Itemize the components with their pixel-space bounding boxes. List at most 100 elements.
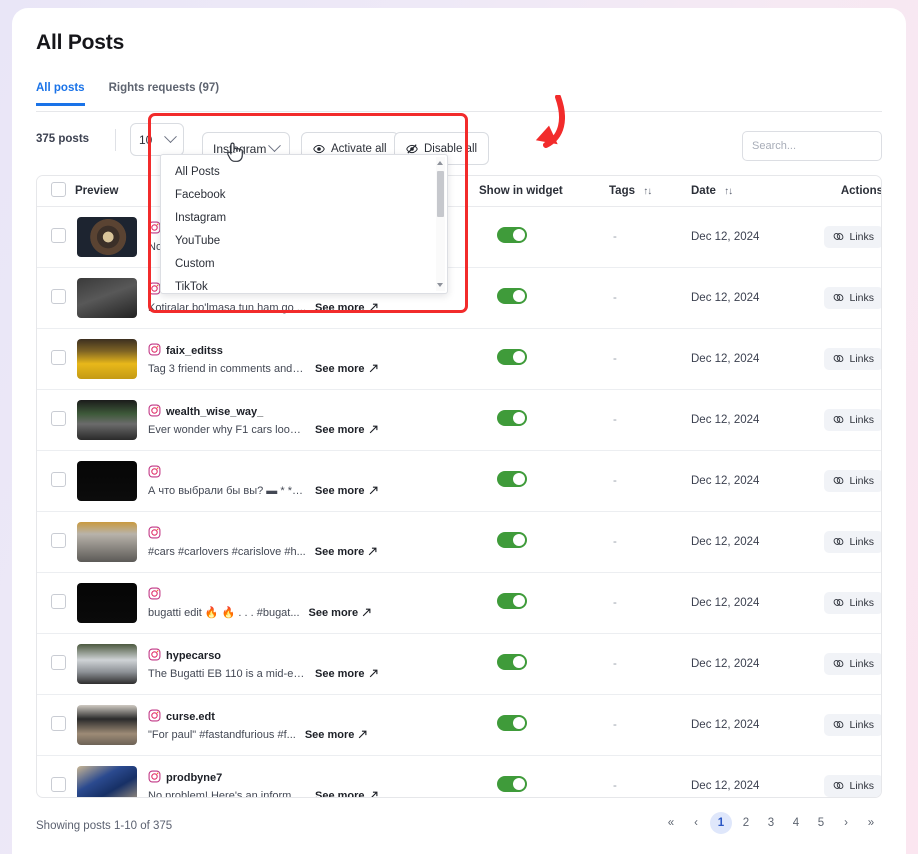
row-checkbox[interactable] — [51, 776, 66, 792]
dropdown-option[interactable]: Instagram — [161, 207, 447, 230]
post-thumbnail[interactable] — [77, 582, 137, 623]
post-thumbnail[interactable] — [77, 521, 137, 562]
post-thumbnail[interactable] — [77, 338, 137, 379]
see-more-link[interactable]: See more — [315, 790, 378, 797]
links-button[interactable]: Links — [824, 225, 881, 248]
toggle-knob — [513, 778, 525, 791]
search-input[interactable] — [752, 140, 894, 152]
row-checkbox[interactable] — [51, 715, 66, 731]
row-checkbox[interactable] — [51, 593, 66, 609]
row-checkbox[interactable] — [51, 471, 66, 487]
show-in-widget-cell — [479, 694, 609, 756]
show-in-widget-toggle[interactable] — [497, 349, 527, 365]
see-more-link[interactable]: See more — [315, 302, 378, 314]
page-button[interactable]: » — [860, 812, 882, 834]
per-page-select[interactable]: 10 — [130, 123, 184, 156]
post-thumbnail[interactable] — [77, 399, 137, 440]
dropdown-scrollbar[interactable] — [436, 157, 445, 291]
page-button[interactable]: 5 — [810, 812, 832, 834]
instagram-icon — [148, 648, 161, 664]
table-row[interactable]: hypecarso The Bugatti EB 110 is a mid-en… — [37, 633, 881, 695]
row-checkbox[interactable] — [51, 654, 66, 670]
row-checkbox[interactable] — [51, 349, 66, 365]
show-in-widget-toggle[interactable] — [497, 288, 527, 304]
show-in-widget-toggle[interactable] — [497, 410, 527, 426]
links-button[interactable]: Links — [824, 347, 881, 370]
show-in-widget-toggle[interactable] — [497, 654, 527, 670]
tab-all-posts[interactable]: All posts — [36, 82, 85, 106]
post-caption: #cars #carlovers #carislove #h... — [148, 545, 306, 558]
row-checkbox[interactable] — [51, 227, 66, 243]
preview-cell: bugatti edit 🔥 🔥 . . . #bugat... See mor… — [75, 572, 479, 634]
post-thumbnail[interactable] — [77, 277, 137, 318]
dropdown-option[interactable]: YouTube — [161, 230, 447, 253]
post-thumbnail[interactable] — [77, 704, 137, 745]
see-more-link[interactable]: See more — [315, 546, 378, 558]
table-row[interactable]: wealth_wise_way_ Ever wonder why F1 cars… — [37, 389, 881, 451]
row-checkbox[interactable] — [51, 410, 66, 426]
links-button[interactable]: Links — [824, 713, 881, 736]
show-in-widget-toggle[interactable] — [497, 776, 527, 793]
show-in-widget-toggle[interactable] — [497, 715, 527, 731]
page-button[interactable]: ‹ — [685, 812, 707, 834]
tags-value: - — [613, 474, 617, 487]
scrollbar-thumb[interactable] — [437, 171, 444, 217]
page-button[interactable]: 3 — [760, 812, 782, 834]
see-more-link[interactable]: See more — [315, 363, 378, 375]
table-row[interactable]: curse.edt "For paul" #fastandfurious #f.… — [37, 694, 881, 756]
scroll-up-arrow-icon[interactable] — [437, 161, 443, 165]
select-all-checkbox[interactable] — [51, 181, 66, 197]
link-icon — [834, 660, 844, 667]
page-button[interactable]: 1 — [710, 812, 732, 834]
dropdown-option[interactable]: Facebook — [161, 184, 447, 207]
table-row[interactable]: bugatti edit 🔥 🔥 . . . #bugat... See mor… — [37, 572, 881, 634]
tags-header[interactable]: Tags ↑↓ — [609, 176, 691, 207]
post-thumbnail[interactable] — [77, 765, 137, 797]
date-header[interactable]: Date ↑↓ — [691, 176, 819, 207]
dropdown-option[interactable]: Custom — [161, 253, 447, 276]
table-row[interactable]: А что выбрали бы вы? ▬ * * * ... See mor… — [37, 450, 881, 512]
page-button[interactable]: › — [835, 812, 857, 834]
table-row[interactable]: prodbyne7 No problem! Here's an informat… — [37, 755, 881, 797]
page-button[interactable]: 2 — [735, 812, 757, 834]
post-thumbnail[interactable] — [77, 643, 137, 684]
external-link-icon — [369, 669, 377, 678]
table-row[interactable]: #cars #carlovers #carislove #h... See mo… — [37, 511, 881, 573]
link-icon — [834, 477, 844, 484]
show-in-widget-toggle[interactable] — [497, 593, 527, 609]
see-more-link[interactable]: See more — [315, 424, 378, 436]
show-in-widget-toggle[interactable] — [497, 532, 527, 548]
links-button[interactable]: Links — [824, 469, 881, 492]
actions-cell: Links — [819, 694, 881, 756]
dropdown-option[interactable]: All Posts — [161, 161, 447, 184]
dropdown-option[interactable]: TikTok — [161, 276, 447, 293]
show-in-widget-toggle[interactable] — [497, 471, 527, 487]
sort-icon[interactable]: ↑↓ — [724, 186, 733, 197]
see-more-link[interactable]: See more — [309, 607, 372, 619]
post-caption: Ever wonder why F1 cars look s... — [148, 423, 306, 436]
page-button[interactable]: 4 — [785, 812, 807, 834]
row-checkbox[interactable] — [51, 532, 66, 548]
links-button[interactable]: Links — [824, 591, 881, 614]
see-more-link[interactable]: See more — [315, 668, 378, 680]
sort-icon[interactable]: ↑↓ — [643, 186, 652, 197]
row-checkbox[interactable] — [51, 288, 66, 304]
links-button[interactable]: Links — [824, 530, 881, 553]
scroll-down-arrow-icon[interactable] — [437, 283, 443, 287]
links-button[interactable]: Links — [824, 774, 881, 797]
tab-rights-requests[interactable]: Rights requests (97) — [109, 82, 220, 106]
links-button[interactable]: Links — [824, 286, 881, 309]
table-row[interactable]: faix_editss Tag 3 friend in comments and… — [37, 328, 881, 390]
post-thumbnail[interactable] — [77, 216, 137, 257]
pagination: «‹ 1 2 3 4 5 ›» — [660, 812, 882, 834]
links-button[interactable]: Links — [824, 408, 881, 431]
network-filter-dropdown[interactable]: All Posts Facebook Instagram YouTube Custom T… — [160, 154, 448, 294]
show-in-widget-toggle[interactable] — [497, 227, 527, 243]
search-box[interactable] — [742, 131, 894, 161]
links-button[interactable]: Links — [824, 652, 881, 675]
page-button[interactable]: « — [660, 812, 682, 834]
see-more-link[interactable]: See more — [315, 485, 378, 497]
see-more-link[interactable]: See more — [305, 729, 368, 741]
post-thumbnail[interactable] — [77, 460, 137, 501]
actions-cell: Links — [819, 755, 881, 797]
